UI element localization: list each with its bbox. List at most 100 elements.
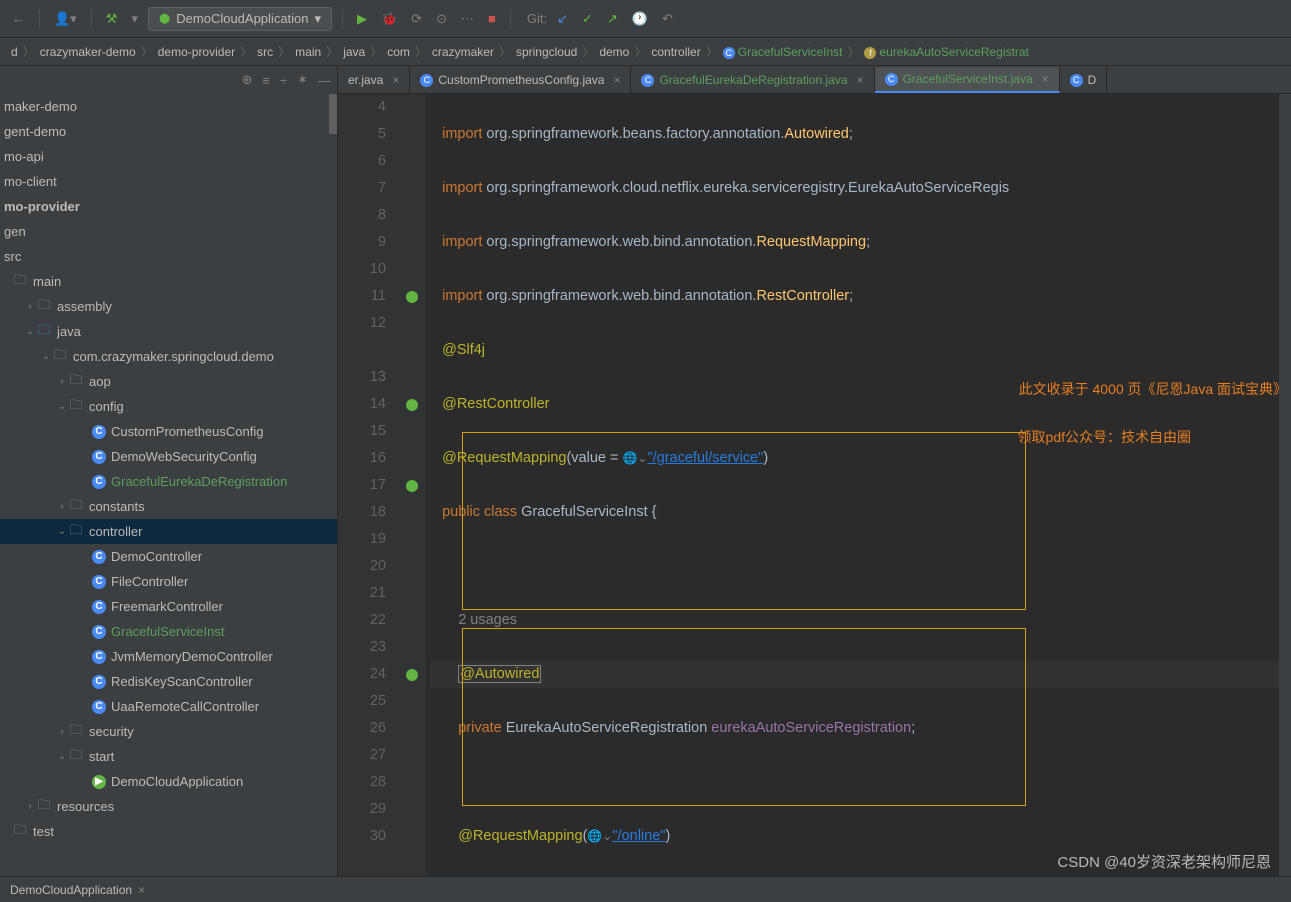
crumb-1[interactable]: crazymaker-demo xyxy=(37,45,139,59)
tree-src[interactable]: src xyxy=(0,244,337,269)
editor-scrollbar[interactable] xyxy=(1279,94,1291,876)
git-commit-icon[interactable]: ✓ xyxy=(578,7,597,31)
class-icon: C xyxy=(92,475,106,489)
crumb-6[interactable]: com xyxy=(384,45,413,59)
git-update-icon[interactable]: ↙ xyxy=(553,7,572,31)
tree-ctrl-2[interactable]: CFreemarkController xyxy=(0,594,337,619)
crumb-8[interactable]: springcloud xyxy=(513,45,580,59)
chevron-down-icon: ⌄ xyxy=(24,326,36,337)
build-icon[interactable]: ⚒ xyxy=(102,7,122,31)
package-icon: 🗀 xyxy=(68,374,84,390)
tree-app[interactable]: ▶DemoCloudApplication xyxy=(0,769,337,794)
tree-assembly[interactable]: ›🗀assembly xyxy=(0,294,337,319)
tab-0[interactable]: er.java× xyxy=(338,67,410,93)
tree-security[interactable]: ›🗀security xyxy=(0,719,337,744)
coverage-icon[interactable]: ⟳ xyxy=(407,7,426,31)
crumb-0[interactable]: d xyxy=(8,45,21,59)
class-icon: C xyxy=(1070,74,1083,87)
tree-root-2[interactable]: mo-api xyxy=(0,144,337,169)
tree-main[interactable]: 🗀main xyxy=(0,269,337,294)
expand-icon[interactable]: ≡ xyxy=(262,73,270,88)
class-icon: C xyxy=(92,650,106,664)
tree-constants[interactable]: ›🗀constants xyxy=(0,494,337,519)
tree-pkg[interactable]: ⌄🗀com.crazymaker.springcloud.demo xyxy=(0,344,337,369)
crumb-9[interactable]: demo xyxy=(596,45,632,59)
spring-bean-icon[interactable] xyxy=(398,283,426,310)
folder-icon: 🗀 xyxy=(36,299,52,315)
status-app[interactable]: DemoCloudApplication xyxy=(10,883,132,897)
tree-ctrl-1[interactable]: CFileController xyxy=(0,569,337,594)
spring-bean-icon[interactable] xyxy=(398,661,426,688)
crumb-7[interactable]: crazymaker xyxy=(429,45,497,59)
tree-java[interactable]: ⌄🗀java xyxy=(0,319,337,344)
settings-icon[interactable]: ✶ xyxy=(297,72,308,88)
tab-1[interactable]: CCustomPrometheusConfig.java× xyxy=(410,67,631,93)
user-icon[interactable]: 👤▾ xyxy=(50,7,81,31)
tree-root-1[interactable]: gent-demo xyxy=(0,119,337,144)
crumb-5[interactable]: java xyxy=(340,45,368,59)
project-sidebar: ⊕ ≡ ÷ ✶ — maker-demo gent-demo mo-api mo… xyxy=(0,66,338,876)
tab-2[interactable]: CGracefulEurekaDeRegistration.java× xyxy=(631,67,874,93)
close-icon[interactable]: × xyxy=(392,73,399,87)
tab-4[interactable]: CD xyxy=(1060,67,1108,93)
close-icon[interactable]: × xyxy=(613,73,620,87)
crumb-2[interactable]: demo-provider xyxy=(155,45,238,59)
tree-ctrl-3[interactable]: CGracefulServiceInst xyxy=(0,619,337,644)
collapse-icon[interactable]: ÷ xyxy=(280,73,287,88)
crumb-3[interactable]: src xyxy=(254,45,276,59)
tab-3[interactable]: CGracefulServiceInst.java× xyxy=(875,67,1060,93)
package-icon: 🗀 xyxy=(68,749,84,765)
folder-icon: 🗀 xyxy=(12,274,28,290)
git-revert-icon[interactable]: ↶ xyxy=(658,7,677,31)
tree-resources[interactable]: ›🗀resources xyxy=(0,794,337,819)
tree-root-0[interactable]: maker-demo xyxy=(0,94,337,119)
tree-test[interactable]: 🗀test xyxy=(0,819,337,844)
tree-start[interactable]: ⌄🗀start xyxy=(0,744,337,769)
locate-icon[interactable]: ⊕ xyxy=(241,72,252,88)
code-editor[interactable]: 456789101112 131415161718192021222324252… xyxy=(338,94,1291,876)
crumb-class[interactable]: CGracefulServiceInst xyxy=(720,45,846,59)
line-gutter: 456789101112 131415161718192021222324252… xyxy=(338,94,398,876)
debug-icon[interactable]: 🐞 xyxy=(377,7,401,31)
breadcrumb-bar: d〉 crazymaker-demo〉 demo-provider〉 src〉 … xyxy=(0,38,1291,66)
tree-root-4[interactable]: mo-provider xyxy=(0,194,337,219)
code-content[interactable]: import org.springframework.beans.factory… xyxy=(426,94,1291,876)
crumb-10[interactable]: controller xyxy=(648,45,703,59)
spring-bean-icon[interactable] xyxy=(398,391,426,418)
nav-back-icon[interactable]: ← xyxy=(8,7,29,30)
tree-config-2[interactable]: CGracefulEurekaDeRegistration xyxy=(0,469,337,494)
git-push-icon[interactable]: ↗ xyxy=(603,7,622,31)
tree-controller[interactable]: ⌄🗀controller xyxy=(0,519,337,544)
tree-config[interactable]: ⌄🗀config xyxy=(0,394,337,419)
down-icon[interactable]: ▾ xyxy=(127,7,142,31)
tree-ctrl-4[interactable]: CJvmMemoryDemoController xyxy=(0,644,337,669)
attach-icon[interactable]: ⋯ xyxy=(457,7,478,31)
tree-ctrl-6[interactable]: CUaaRemoteCallController xyxy=(0,694,337,719)
crumb-field[interactable]: feurekaAutoServiceRegistrat xyxy=(861,45,1031,59)
chevron-down-icon: ⌄ xyxy=(56,751,68,762)
run-icon[interactable]: ▶ xyxy=(353,7,371,31)
tree-config-0[interactable]: CCustomPrometheusConfig xyxy=(0,419,337,444)
run-config-selector[interactable]: ⬢ DemoCloudApplication ▾ xyxy=(148,7,332,31)
spring-bean-icon[interactable] xyxy=(398,472,426,499)
tree-root-3[interactable]: mo-client xyxy=(0,169,337,194)
tree-gen[interactable]: gen xyxy=(0,219,337,244)
sidebar-scrollbar[interactable] xyxy=(329,94,337,134)
tree-config-1[interactable]: CDemoWebSecurityConfig xyxy=(0,444,337,469)
profile-icon[interactable]: ⊙ xyxy=(432,7,451,31)
stop-icon[interactable]: ■ xyxy=(484,7,500,30)
tree-ctrl-5[interactable]: CRedisKeyScanController xyxy=(0,669,337,694)
git-history-icon[interactable]: 🕐 xyxy=(628,7,652,31)
field-icon: f xyxy=(864,47,876,59)
status-bar: DemoCloudApplication × xyxy=(0,876,1291,902)
hide-icon[interactable]: — xyxy=(318,73,331,88)
tree-aop[interactable]: ›🗀aop xyxy=(0,369,337,394)
class-icon: C xyxy=(92,575,106,589)
close-icon[interactable]: × xyxy=(1042,72,1049,86)
crumb-4[interactable]: main xyxy=(292,45,324,59)
class-icon: C xyxy=(92,425,106,439)
close-icon[interactable]: × xyxy=(857,73,864,87)
tree-ctrl-0[interactable]: CDemoController xyxy=(0,544,337,569)
close-icon[interactable]: × xyxy=(138,883,145,897)
class-icon: C xyxy=(885,73,898,86)
